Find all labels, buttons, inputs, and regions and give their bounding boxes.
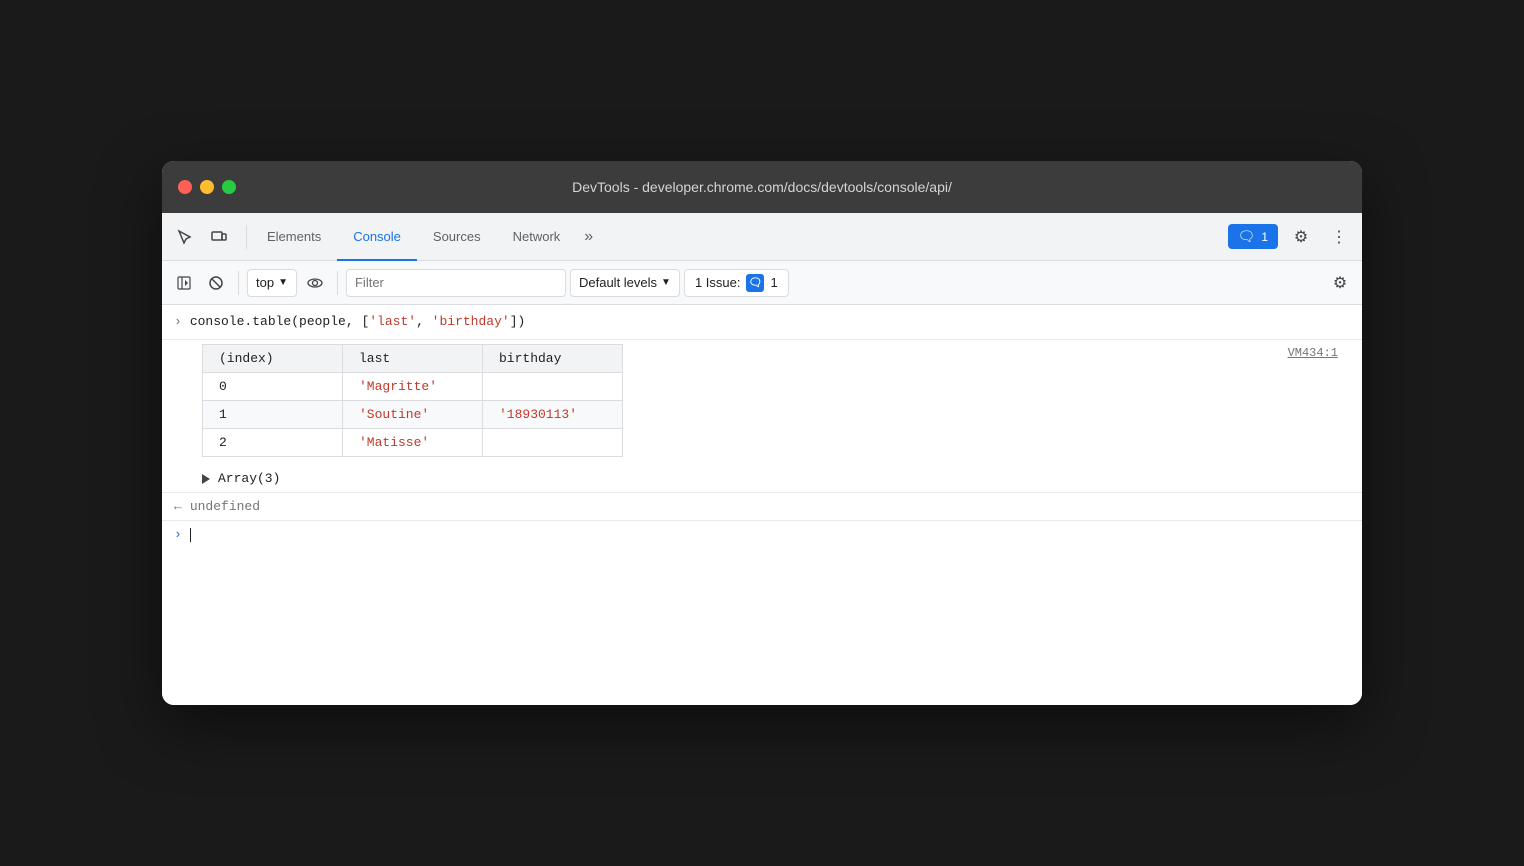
inspect-element-button[interactable] xyxy=(170,222,200,252)
console-sidebar-button[interactable] xyxy=(170,269,198,297)
tabs-bar: Elements Console Sources Network » 🗨 1 ⚙… xyxy=(162,213,1362,261)
minimize-button[interactable] xyxy=(200,180,214,194)
tab-divider xyxy=(246,225,247,249)
dropdown-arrow-icon-2: ▼ xyxy=(661,277,671,288)
tab-network[interactable]: Network xyxy=(497,213,577,261)
block-icon xyxy=(208,275,224,291)
issue-badge: 🗨 xyxy=(746,274,764,292)
cell-last-0: 'Magritte' xyxy=(343,373,483,401)
console-table-wrap: (index) last birthday 0 'Magritte' 1 'So… xyxy=(162,344,1362,465)
console-settings-button[interactable]: ⚙ xyxy=(1326,269,1354,297)
issue-count-button[interactable]: 1 Issue: 🗨 1 xyxy=(684,269,789,297)
array-label: Array(3) xyxy=(218,471,280,486)
sidebar-icon xyxy=(177,276,191,290)
table-row: 1 'Soutine' '18930113' xyxy=(203,401,623,429)
cell-birthday-1: '18930113' xyxy=(483,401,623,429)
more-tabs-icon: » xyxy=(584,228,593,246)
table-row: 0 'Magritte' xyxy=(203,373,623,401)
context-label: top xyxy=(256,275,274,290)
console-input-line[interactable]: › xyxy=(162,520,1362,548)
undefined-line: ← undefined xyxy=(162,492,1362,520)
col-header-index: (index) xyxy=(203,345,343,373)
cursor-icon xyxy=(177,229,193,245)
cell-birthday-0 xyxy=(483,373,623,401)
badge-count: 1 xyxy=(1261,230,1268,244)
close-button[interactable] xyxy=(178,180,192,194)
vm-link[interactable]: VM434:1 xyxy=(1276,342,1350,364)
tab-sources-label: Sources xyxy=(433,229,481,244)
triangle-icon xyxy=(202,474,210,484)
clear-console-button[interactable] xyxy=(202,269,230,297)
console-command: console.table(people, ['last', 'birthday… xyxy=(190,313,525,331)
text-cursor xyxy=(190,528,191,542)
table-row: 2 'Matisse' xyxy=(203,429,623,457)
table-header-row: (index) last birthday xyxy=(203,345,623,373)
issue-count-label: 1 xyxy=(770,275,777,290)
devtools-window: DevTools - developer.chrome.com/docs/dev… xyxy=(162,161,1362,705)
undefined-value: undefined xyxy=(190,499,260,514)
tab-console[interactable]: Console xyxy=(337,213,417,261)
return-arrow: ← xyxy=(174,499,182,514)
cell-last-1: 'Soutine' xyxy=(343,401,483,429)
maximize-button[interactable] xyxy=(222,180,236,194)
more-options-button[interactable]: ⋮ xyxy=(1324,222,1354,252)
issue-prefix-label: 1 Issue: xyxy=(695,275,741,290)
dropdown-arrow-icon: ▼ xyxy=(278,277,288,288)
tabs-right: 🗨 1 ⚙ ⋮ xyxy=(1228,222,1354,252)
console-toolbar: top ▼ Default levels ▼ 1 Issue: 🗨 1 ⚙ xyxy=(162,261,1362,305)
array-toggle[interactable]: Array(3) xyxy=(162,465,1362,492)
string-last: 'last' xyxy=(369,314,416,329)
cell-index-1: 1 xyxy=(203,401,343,429)
tab-network-label: Network xyxy=(513,229,561,244)
ellipsis-icon: ⋮ xyxy=(1331,227,1347,247)
cell-index-0: 0 xyxy=(203,373,343,401)
more-tabs-button[interactable]: » xyxy=(576,213,601,261)
string-birthday: 'birthday' xyxy=(432,314,510,329)
tab-elements-label: Elements xyxy=(267,229,321,244)
eye-icon xyxy=(307,275,323,291)
default-levels-button[interactable]: Default levels ▼ xyxy=(570,269,680,297)
issues-badge-button[interactable]: 🗨 1 xyxy=(1228,224,1278,249)
filter-input[interactable] xyxy=(346,269,566,297)
command-prompt: › xyxy=(174,313,182,331)
default-levels-label: Default levels xyxy=(579,275,657,290)
context-selector[interactable]: top ▼ xyxy=(247,269,297,297)
cell-index-2: 2 xyxy=(203,429,343,457)
issue-badge-icon: 🗨 xyxy=(748,276,762,289)
toolbar-divider-2 xyxy=(337,271,338,295)
console-table: (index) last birthday 0 'Magritte' 1 'So… xyxy=(202,344,623,457)
traffic-lights xyxy=(178,180,236,194)
input-prompt: › xyxy=(174,527,182,542)
cell-birthday-2 xyxy=(483,429,623,457)
device-toggle-button[interactable] xyxy=(204,222,234,252)
title-bar: DevTools - developer.chrome.com/docs/dev… xyxy=(162,161,1362,213)
tab-sources[interactable]: Sources xyxy=(417,213,497,261)
toolbar-divider xyxy=(238,271,239,295)
col-header-last: last xyxy=(343,345,483,373)
console-command-line: › console.table(people, ['last', 'birthd… xyxy=(162,305,1362,340)
cell-last-2: 'Matisse' xyxy=(343,429,483,457)
console-content: › console.table(people, ['last', 'birthd… xyxy=(162,305,1362,705)
col-header-birthday: birthday xyxy=(483,345,623,373)
window-title: DevTools - developer.chrome.com/docs/dev… xyxy=(572,179,952,195)
tab-elements[interactable]: Elements xyxy=(251,213,337,261)
gear-icon: ⚙ xyxy=(1294,227,1308,247)
message-icon: 🗨 xyxy=(1238,228,1256,245)
settings-button[interactable]: ⚙ xyxy=(1286,222,1316,252)
tab-console-label: Console xyxy=(353,229,401,244)
device-icon xyxy=(211,229,227,245)
toolbar-icons xyxy=(170,222,234,252)
eye-button[interactable] xyxy=(301,269,329,297)
console-gear-icon: ⚙ xyxy=(1333,273,1347,293)
